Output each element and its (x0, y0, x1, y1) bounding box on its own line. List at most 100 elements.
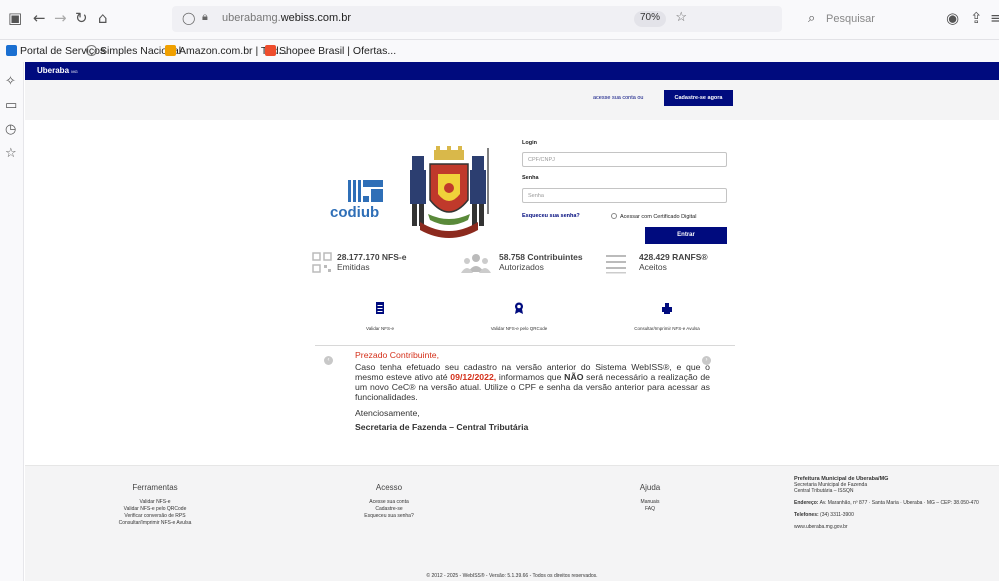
org-site-link[interactable]: www.uberaba.mg.gov.br (794, 524, 979, 530)
bookmarks-bar: Portal de Serviços Simples Nacional Amaz… (0, 40, 999, 62)
browser-sidebar: ✧ ▭ ◷ ☆ (0, 62, 24, 581)
notice-greeting: Prezado Contribuinte, (355, 350, 440, 360)
notice-emphasis: NÃO (564, 372, 584, 382)
printer-icon (662, 303, 672, 314)
codiub-logo: codiub (330, 174, 392, 238)
stat-ranfs: 428.429 RANFS® Aceitos (639, 252, 708, 272)
zoom-level[interactable]: 70% (633, 11, 666, 27)
stat-contribuintes: 58.758 Contribuintes Autorizados (499, 252, 583, 272)
action-label: Validar NFS-e (366, 326, 394, 331)
stat-value: 28.177.170 NFS-e (337, 252, 407, 262)
home-icon[interactable]: ⌂ (98, 9, 108, 27)
search-icon: ⌕ (808, 10, 816, 25)
synced-tabs-icon[interactable]: ▭ (5, 98, 17, 113)
lock-icon[interactable]: 🔒︎ (202, 11, 208, 24)
password-label: Senha (522, 175, 539, 181)
divider (315, 345, 735, 346)
back-icon[interactable]: ← (33, 9, 46, 27)
footer-link[interactable]: Consultar/Imprimir NFS-e Avulsa (105, 520, 205, 527)
menu-icon[interactable]: ≡ (990, 9, 999, 27)
coat-of-arms-icon (410, 146, 489, 238)
brand[interactable]: Uberaba MG (37, 66, 78, 75)
stat-caption: Aceitos (639, 262, 667, 272)
notice: Prezado Contribuinte, Caso tenha efetuad… (355, 350, 710, 432)
notice-closing: Atenciosamente, (355, 408, 420, 418)
footer-link[interactable]: Acesse sua conta (349, 499, 429, 506)
org-address: Endereço: Av. Maranhão, nº 877 · Santa M… (794, 500, 979, 506)
footer-link[interactable]: Manuais (625, 499, 675, 506)
shopee-icon (265, 45, 276, 56)
login-label: Login (522, 140, 537, 146)
org-address-label: Endereço: (794, 500, 819, 506)
extensions-icon[interactable]: ◉ (946, 9, 959, 27)
footer-link[interactable]: Esqueceu sua senha? (349, 513, 429, 520)
footer-link[interactable]: Verificar conversão de RPS (105, 513, 205, 520)
stat-nfse: 28.177.170 NFS-e Emitidas (337, 252, 406, 272)
login-input[interactable]: CPF/CNPJ (522, 152, 727, 167)
brand-suffix: MG (71, 69, 78, 74)
notice-body-part: informamos que (496, 372, 565, 382)
action-validar-nfse[interactable]: Validar NFS-e (310, 302, 450, 335)
brand-name: Uberaba (37, 66, 70, 75)
login-link[interactable]: acesse sua conta ou (593, 95, 643, 101)
ai-icon[interactable]: ✧ (5, 74, 16, 89)
url-bar[interactable]: ◯ 🔒︎ uberabamg.webiss.com.br 70% ☆ (172, 6, 782, 32)
bookmarks-icon[interactable]: ☆ (5, 146, 17, 161)
radio-icon[interactable] (611, 213, 617, 219)
share-icon[interactable]: ⇪ (970, 9, 983, 27)
qrcode-icon (312, 252, 332, 273)
footer-heading: Acesso (375, 483, 403, 492)
footer-help: Ajuda Manuais FAQ (625, 484, 675, 513)
password-input[interactable]: Senha (522, 188, 727, 203)
stat-caption: Emitidas (337, 262, 370, 272)
users-icon (461, 254, 491, 273)
bookmark-shopee[interactable]: Shopee Brasil | Ofertas... (265, 45, 396, 57)
action-label: Validar NFS-e pelo QRCode (490, 326, 548, 331)
notice-body: Caso tenha efetuado seu cadastro na vers… (355, 362, 710, 402)
search-placeholder: Pesquisar (826, 13, 875, 25)
forward-icon[interactable]: → (54, 9, 67, 27)
org-phone-value: (34) 3311-3900 (820, 512, 854, 518)
footer-heading: Ajuda (639, 483, 661, 492)
register-button[interactable]: Cadastre-se agora (664, 90, 733, 106)
footer-link[interactable]: Validar NFS-e (105, 499, 205, 506)
site-header: Uberaba MG (25, 62, 999, 80)
carousel-prev-icon[interactable]: ‹ (324, 356, 333, 365)
certificate-option[interactable]: Acessar com Certificado Digital (611, 213, 696, 220)
footer-link[interactable]: Cadastre-se (349, 506, 429, 513)
hero-banner: acesse sua conta ou Cadastre-se agora (25, 80, 999, 120)
footer-org-info: Prefeitura Municipal de Uberaba/MG Secre… (794, 476, 979, 530)
notice-date: 09/12/2022, (450, 372, 497, 382)
action-consultar-avulsa[interactable]: Consultar/Imprimir NFS-e Avulsa (597, 302, 737, 335)
browser-toolbar: ▣ ← → ↻ ⌂ ◯ 🔒︎ uberabamg.webiss.com.br 7… (0, 0, 999, 40)
bookmark-label: Shopee Brasil | Ofertas... (279, 45, 397, 57)
org-phone-label: Telefones: (794, 512, 819, 518)
reload-icon[interactable]: ↻ (75, 9, 88, 27)
codiub-wordmark: codiub (330, 204, 380, 221)
page: Uberaba MG acesse sua conta ou Cadastre-… (25, 62, 999, 581)
shield-icon[interactable]: ◯ (182, 11, 195, 25)
action-validar-qrcode[interactable]: Validar NFS-e pelo QRCode (449, 302, 589, 335)
certificate-label: Acessar com Certificado Digital (620, 214, 697, 220)
forgot-password-link[interactable]: Esqueceu sua senha? (522, 213, 580, 219)
document-icon (376, 302, 384, 314)
portal-icon (6, 45, 17, 56)
amazon-icon (165, 45, 176, 56)
sidebar-toggle-icon[interactable]: ▣ (8, 9, 22, 27)
footer: Ferramentas Validar NFS-e Validar NFS-e … (25, 465, 999, 581)
bookmark-star-icon[interactable]: ☆ (675, 9, 687, 25)
org-address-value: Av. Maranhão, nº 877 · Santa Maria · Ube… (819, 500, 979, 506)
url-text[interactable]: uberabamg.webiss.com.br (222, 12, 351, 24)
submit-button[interactable]: Entrar (645, 227, 727, 244)
list-icon (606, 255, 626, 274)
url-domain: webiss.com.br (280, 12, 352, 24)
badge-icon (515, 302, 523, 314)
stat-value: 428.429 RANFS® (639, 252, 708, 262)
footer-access: Acesso Acesse sua conta Cadastre-se Esqu… (349, 484, 429, 520)
org-phone: Telefones: (34) 3311-3900 (794, 512, 979, 518)
footer-link[interactable]: FAQ (625, 506, 675, 513)
footer-link[interactable]: Validar NFS-e pelo QRCode (105, 506, 205, 513)
notice-signature: Secretaria de Fazenda – Central Tributár… (355, 422, 529, 432)
copyright: © 2012 - 2025 - WebISS® - Versão: 5.1.39… (426, 573, 598, 579)
history-icon[interactable]: ◷ (5, 122, 16, 137)
